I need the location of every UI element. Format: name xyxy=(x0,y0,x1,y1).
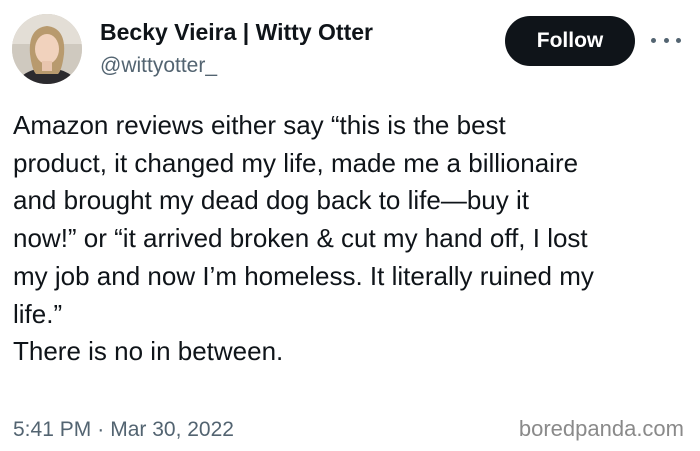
dot xyxy=(663,37,669,43)
author-display-name[interactable]: Becky Vieira | Witty Otter xyxy=(100,18,373,47)
author-handle[interactable]: @wittyotter_ xyxy=(100,53,373,79)
tweet-time: 5:41 PM xyxy=(13,418,92,441)
tweet-text-line: There is no in between. xyxy=(13,336,284,367)
tweet-timestamp[interactable]: 5:41 PM · Mar 30, 2022 xyxy=(13,418,234,442)
tweet-text-line: product, it changed my life, made me a b… xyxy=(13,147,579,178)
tweet-card: Becky Vieira | Witty Otter @wittyotter_ … xyxy=(0,0,700,451)
dot xyxy=(676,37,681,43)
watermark: boredpanda.com xyxy=(518,416,684,441)
dot xyxy=(651,37,656,43)
follow-button[interactable]: Follow xyxy=(505,16,635,66)
tweet-text: Amazon reviews either say “this is the b… xyxy=(13,107,693,371)
avatar-photo xyxy=(12,14,82,84)
meta-separator: · xyxy=(97,418,105,441)
author-avatar[interactable] xyxy=(12,14,82,84)
author-info: Becky Vieira | Witty Otter @wittyotter_ xyxy=(100,18,373,79)
tweet-text-line: now!” or “it arrived broken & cut my han… xyxy=(13,223,588,254)
tweet-text-line: and brought my dead dog back to life—buy… xyxy=(13,185,529,216)
more-horizontal-icon[interactable] xyxy=(651,30,681,50)
tweet-date: Mar 30, 2022 xyxy=(110,418,234,441)
tweet-text-line: Amazon reviews either say “this is the b… xyxy=(13,110,506,140)
tweet-text-line: life.” xyxy=(13,298,63,329)
tweet-text-line: my job and now I’m homeless. It literall… xyxy=(13,260,594,291)
